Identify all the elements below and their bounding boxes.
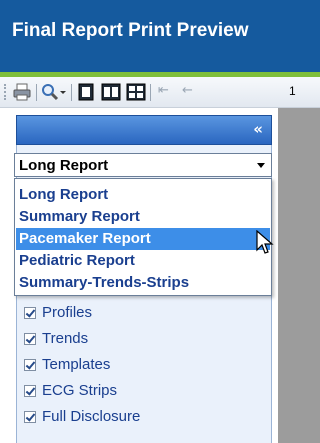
checkbox-label: Full Disclosure — [42, 408, 141, 425]
checkbox-checked-icon[interactable] — [24, 359, 36, 371]
checkbox-checked-icon[interactable] — [24, 385, 36, 397]
report-type-value: Long Report — [19, 157, 109, 174]
print-icon[interactable] — [12, 82, 32, 102]
previous-page-icon[interactable]: ← — [182, 83, 193, 98]
checkbox-label: Trends — [42, 330, 89, 347]
two-page-icon[interactable] — [101, 82, 121, 102]
toolbar-separator — [71, 84, 72, 101]
option-summary-trends-strips[interactable]: Summary-Trends-Strips — [16, 272, 270, 294]
report-type-select[interactable]: Long Report — [14, 153, 272, 177]
checkbox-checked-icon[interactable] — [24, 333, 36, 345]
toolbar-grip-handle[interactable] — [4, 84, 8, 100]
window-title: Final Report Print Preview — [12, 20, 249, 41]
collapse-panel-icon[interactable]: « — [253, 120, 263, 138]
checkbox-checked-icon[interactable] — [24, 307, 36, 319]
preview-area — [278, 108, 320, 443]
chevron-down-icon[interactable] — [257, 163, 265, 168]
options-panel-header: « — [16, 115, 272, 145]
title-bar: Final Report Print Preview — [0, 0, 320, 72]
toolbar-separator — [36, 84, 37, 101]
toolbar: ⇤ ← 1 — [0, 77, 320, 108]
checkbox-label: Templates — [42, 356, 111, 373]
checkbox-checked-icon[interactable] — [24, 411, 36, 423]
option-long-report[interactable]: Long Report — [16, 184, 270, 206]
checkbox-label: Profiles — [42, 304, 93, 321]
zoom-icon[interactable] — [40, 82, 60, 102]
option-summary-report[interactable]: Summary Report — [16, 206, 270, 228]
page-number: 1 — [289, 84, 296, 98]
option-pacemaker-report[interactable]: Pacemaker Report — [16, 228, 270, 250]
option-pediatric-report[interactable]: Pediatric Report — [16, 250, 270, 272]
chevron-down-icon[interactable] — [58, 82, 68, 102]
toolbar-separator — [150, 84, 151, 101]
report-type-dropdown-list: Long Report Summary Report Pacemaker Rep… — [14, 178, 272, 296]
multi-page-icon[interactable] — [126, 82, 146, 102]
single-page-icon[interactable] — [76, 82, 96, 102]
checkbox-label: ECG Strips — [42, 382, 118, 399]
first-page-icon[interactable]: ⇤ — [158, 83, 169, 98]
mouse-cursor-icon — [256, 230, 274, 254]
